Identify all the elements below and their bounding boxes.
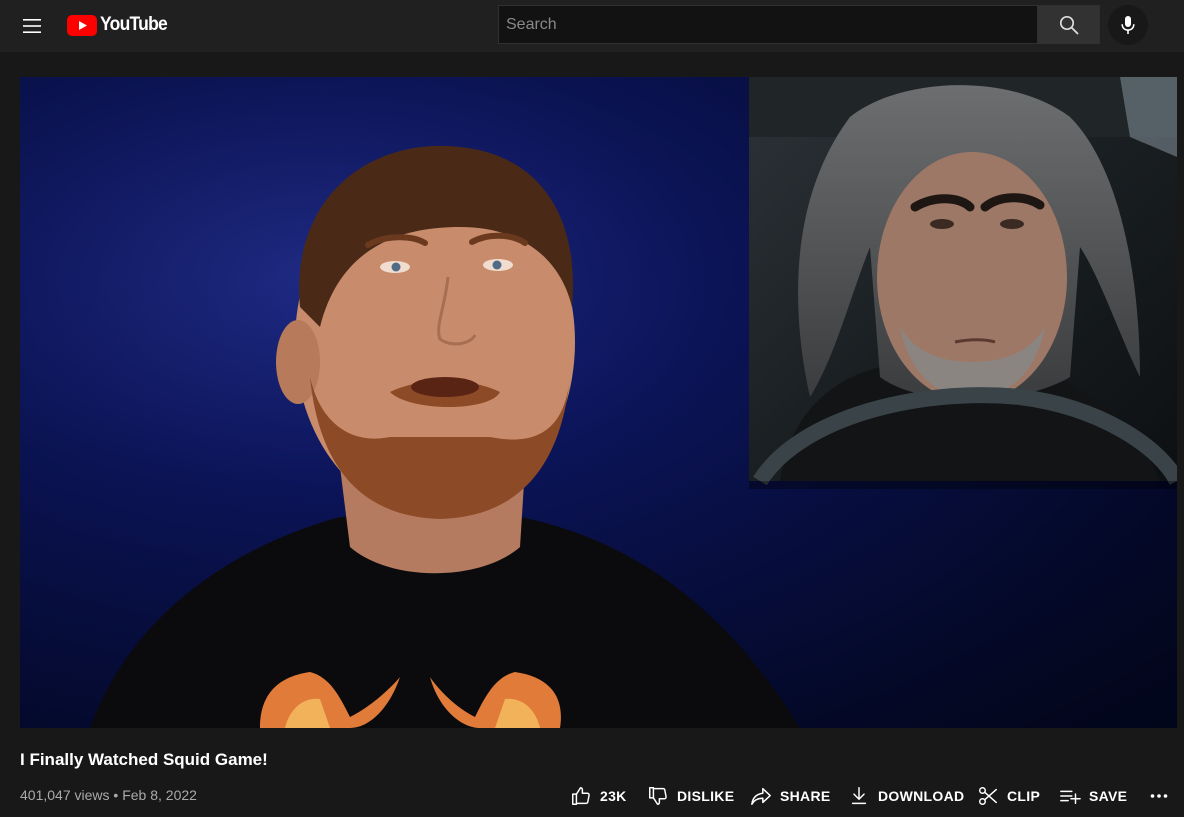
hamburger-menu-icon bbox=[23, 19, 41, 33]
share-button[interactable]: SHARE bbox=[750, 781, 831, 811]
dislike-button[interactable]: DISLIKE bbox=[647, 781, 734, 811]
download-button[interactable]: DOWNLOAD bbox=[848, 781, 964, 811]
clip-button[interactable]: CLIP bbox=[977, 781, 1040, 811]
video-actions: 23K DISLIKE SHARE DOWNLOAD CLIP SAVE bbox=[0, 781, 1184, 811]
search-box[interactable] bbox=[498, 5, 1037, 44]
more-actions-button[interactable] bbox=[1144, 781, 1174, 811]
share-label: SHARE bbox=[780, 788, 831, 804]
youtube-logo[interactable]: YouTube bbox=[67, 12, 173, 38]
playlist-add-icon bbox=[1060, 790, 1081, 805]
thumbs-up-icon bbox=[572, 787, 590, 805]
scissors-icon bbox=[979, 787, 997, 805]
like-count: 23K bbox=[600, 788, 627, 804]
masthead: YouTube bbox=[0, 0, 1184, 52]
search-input[interactable] bbox=[506, 6, 1037, 43]
voice-search-button[interactable] bbox=[1108, 5, 1148, 45]
search-icon bbox=[1059, 15, 1078, 34]
clip-label: CLIP bbox=[1007, 788, 1041, 804]
download-label: DOWNLOAD bbox=[878, 788, 965, 804]
dislike-label: DISLIKE bbox=[677, 788, 735, 804]
like-button[interactable]: 23K bbox=[570, 781, 627, 811]
microphone-icon bbox=[1121, 16, 1135, 34]
youtube-play-logo-icon bbox=[67, 14, 97, 36]
video-player[interactable] bbox=[20, 77, 1177, 728]
video-title: I Finally Watched Squid Game! bbox=[20, 750, 268, 769]
save-label: SAVE bbox=[1089, 788, 1128, 804]
thumbs-down-icon bbox=[649, 787, 667, 805]
more-horizontal-icon bbox=[1150, 794, 1168, 798]
video-frame bbox=[20, 77, 1177, 728]
search-button[interactable] bbox=[1037, 5, 1100, 44]
logo-wordmark: YouTube bbox=[100, 14, 168, 35]
share-arrow-icon bbox=[751, 787, 771, 805]
download-icon bbox=[851, 787, 867, 805]
guide-menu-button[interactable] bbox=[14, 8, 50, 44]
save-button[interactable]: SAVE bbox=[1059, 781, 1127, 811]
inset-clip bbox=[749, 77, 1177, 486]
